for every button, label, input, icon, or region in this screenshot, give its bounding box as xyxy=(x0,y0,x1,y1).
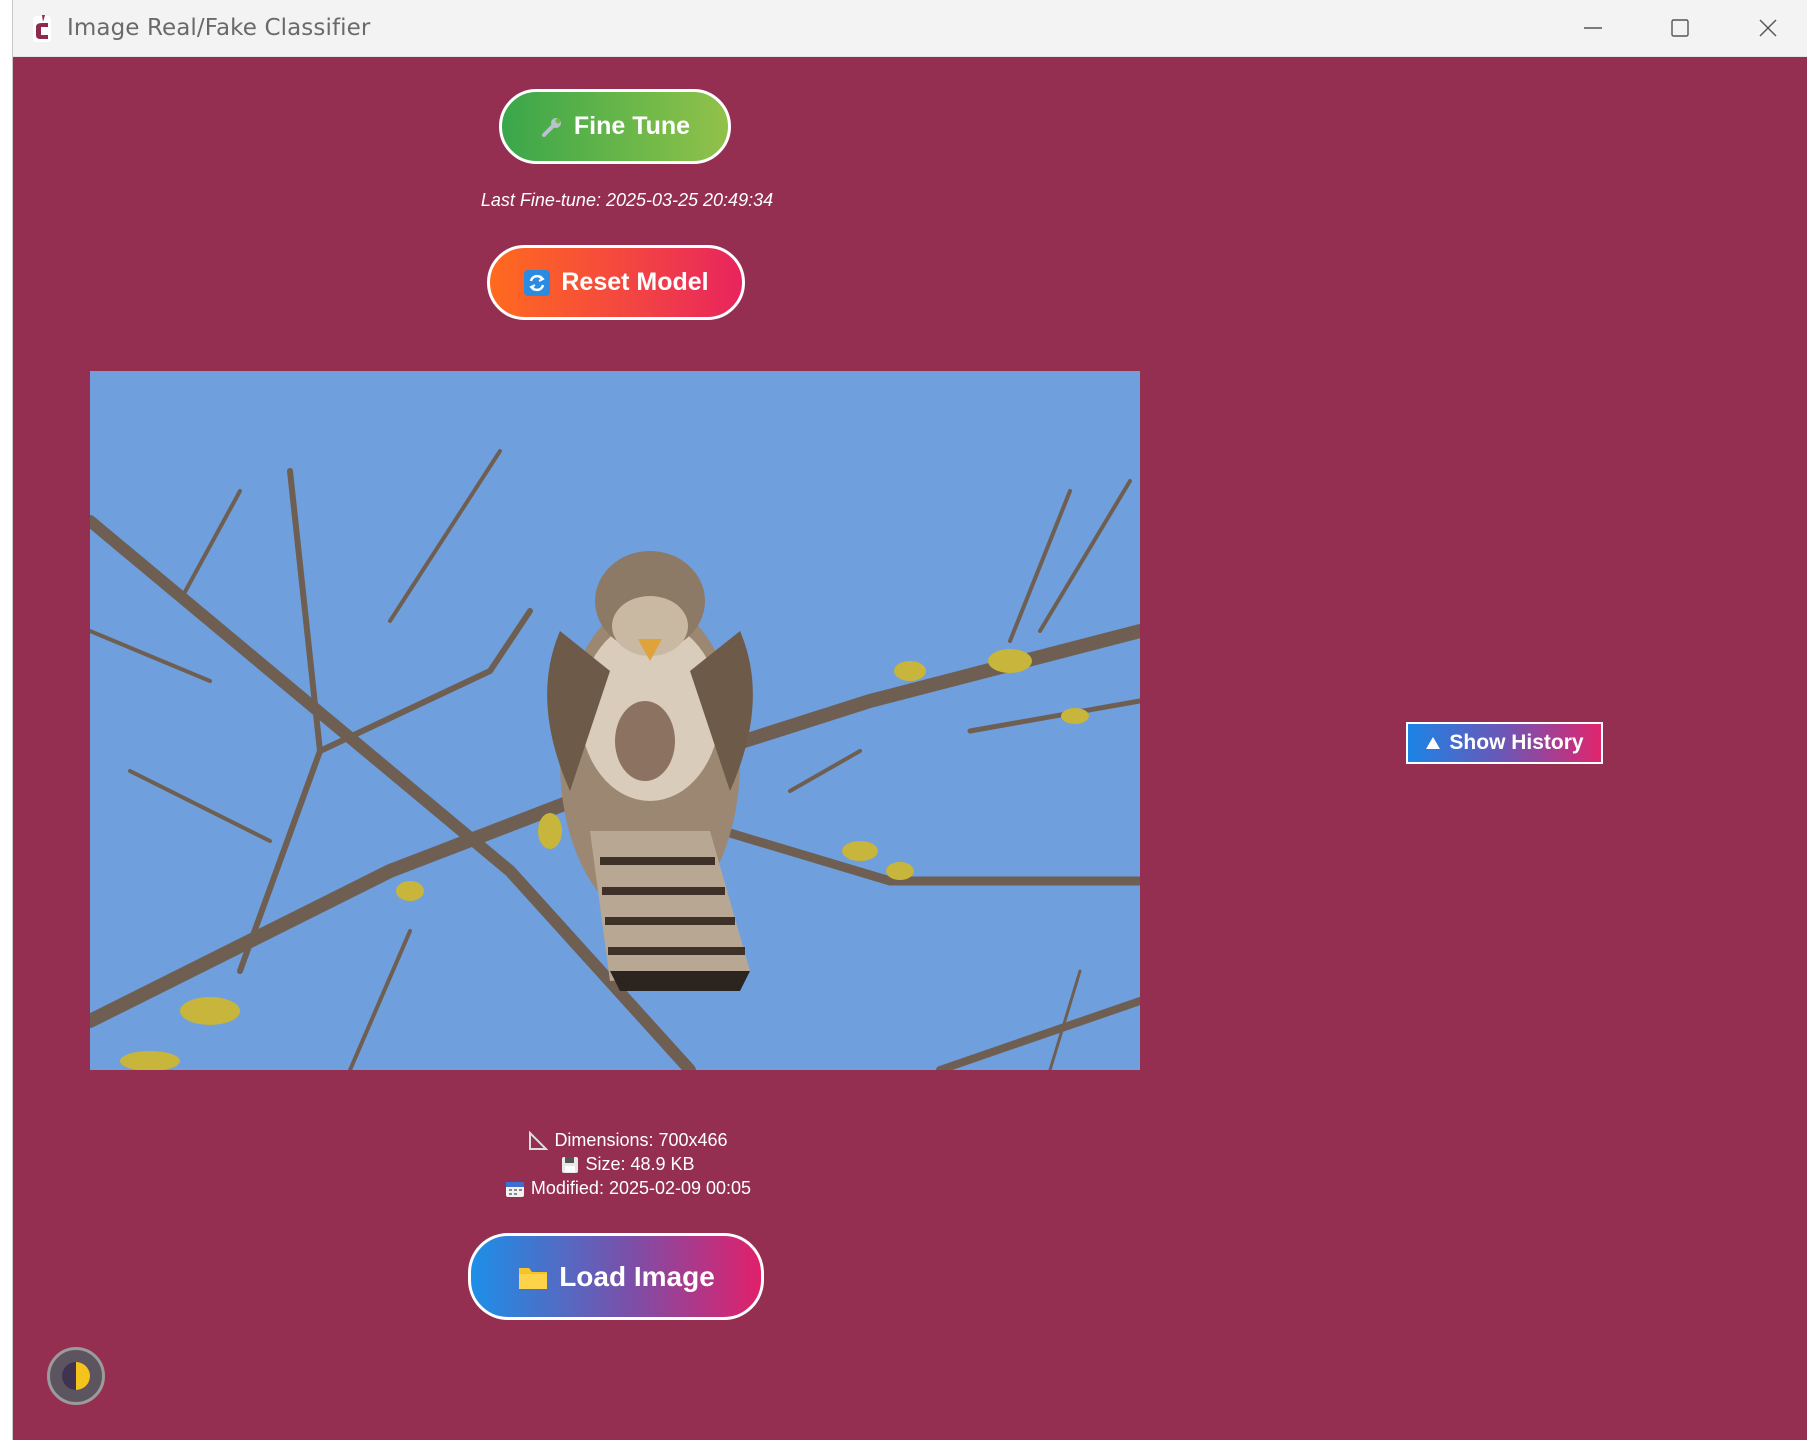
modified-text: Modified: 2025-02-09 00:05 xyxy=(530,1178,752,1198)
ruler-icon xyxy=(529,1130,549,1150)
maximize-icon xyxy=(1671,19,1689,37)
reset-model-label: Reset Model xyxy=(561,268,709,296)
reset-model-button[interactable]: Reset Model xyxy=(487,245,745,320)
theme-toggle-button[interactable] xyxy=(47,1347,105,1405)
show-history-label: Show History xyxy=(1449,731,1584,754)
app-window: Image Real/Fake Classifier Fine Tune Las… xyxy=(12,0,1807,1440)
close-icon xyxy=(1759,19,1777,37)
minimize-button[interactable] xyxy=(1555,0,1631,56)
maximize-button[interactable] xyxy=(1642,0,1718,56)
calendar-icon xyxy=(505,1181,524,1197)
show-history-button[interactable]: Show History xyxy=(1406,722,1603,764)
triangle-up-icon xyxy=(1426,737,1441,749)
fine-tune-button[interactable]: Fine Tune xyxy=(499,89,731,164)
folder-icon xyxy=(517,1263,549,1291)
refresh-icon xyxy=(523,269,551,297)
app-logo-icon xyxy=(33,15,51,42)
floppy-disk-icon xyxy=(562,1156,579,1173)
image-modified: Modified: 2025-02-09 00:05 xyxy=(393,1178,863,1199)
image-size: Size: 48.9 KB xyxy=(393,1154,863,1175)
wrench-icon xyxy=(540,115,564,139)
window-title: Image Real/Fake Classifier xyxy=(67,15,371,41)
load-image-button[interactable]: Load Image xyxy=(468,1233,764,1320)
fine-tune-label: Fine Tune xyxy=(573,112,691,140)
size-text: Size: 48.9 KB xyxy=(585,1154,695,1174)
close-button[interactable] xyxy=(1730,0,1806,56)
half-moon-icon xyxy=(62,1362,90,1390)
image-preview xyxy=(90,371,1140,1070)
last-fine-tune-text: Last Fine-tune: 2025-03-25 20:49:34 xyxy=(480,190,774,210)
minimize-icon xyxy=(1584,27,1602,29)
title-bar[interactable]: Image Real/Fake Classifier xyxy=(13,0,1807,57)
dimensions-text: Dimensions: 700x466 xyxy=(554,1130,728,1150)
load-image-label: Load Image xyxy=(559,1260,715,1292)
bird-photo xyxy=(90,371,1140,1070)
image-dimensions: Dimensions: 700x466 xyxy=(393,1130,863,1151)
